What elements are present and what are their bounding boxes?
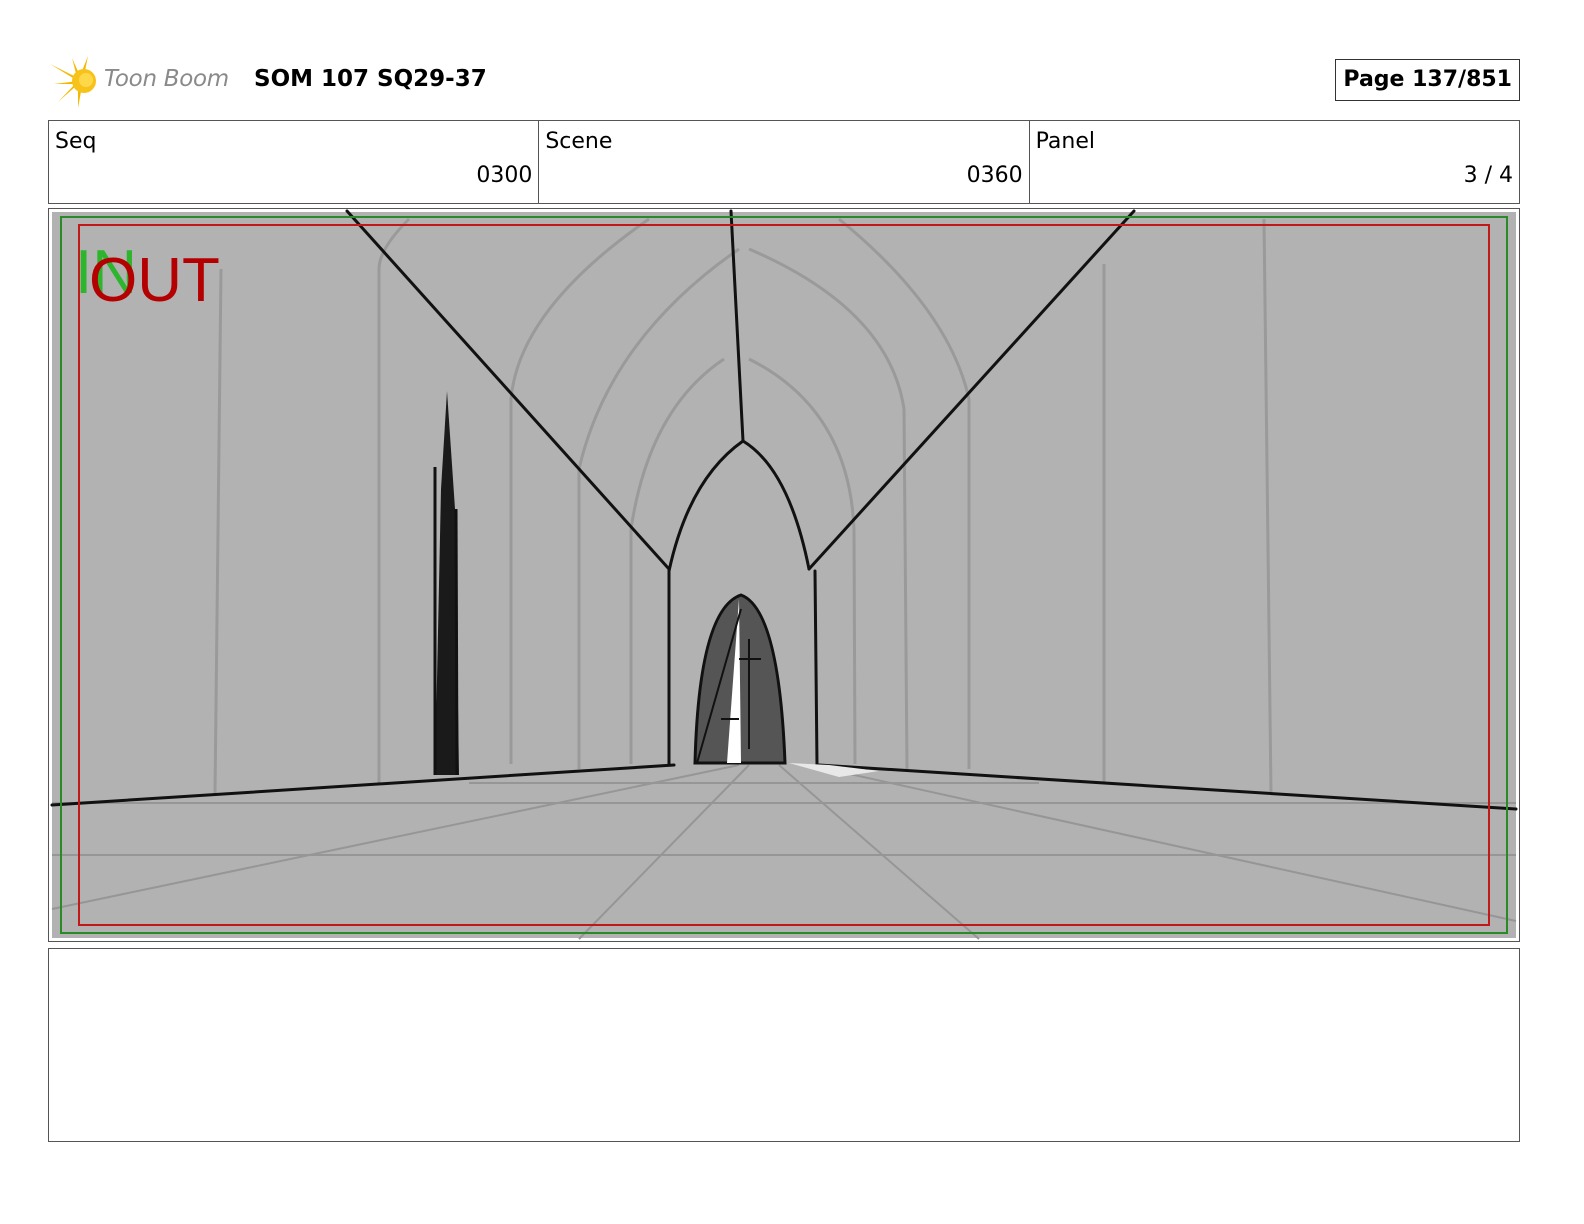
scene-label: Scene: [545, 129, 613, 154]
panel-label: Panel: [1035, 129, 1096, 154]
seq-cell: Seq 0300: [49, 121, 540, 203]
panel-notes: [48, 948, 1520, 1142]
drawing-background: [52, 212, 1516, 938]
info-table: Seq 0300 Scene 0360 Panel 3 / 4: [48, 120, 1520, 204]
scene-value: 0360: [966, 163, 1023, 188]
seq-label: Seq: [55, 129, 97, 154]
sunburst-icon: [50, 56, 96, 108]
panel-cell: Panel 3 / 4: [1030, 121, 1519, 203]
toon-boom-logo: Toon Boom: [48, 54, 248, 108]
panel-drawing: IN OUT: [50, 209, 1518, 940]
page-header: Toon Boom SOM 107 SQ29-37 Page 137/851: [48, 52, 1520, 108]
scene-cell: Scene 0360: [539, 121, 1030, 203]
storyboard-panel: IN OUT: [48, 208, 1520, 942]
panel-value: 3 / 4: [1463, 163, 1513, 188]
page-number: Page 137/851: [1335, 59, 1520, 101]
out-label: OUT: [89, 246, 220, 315]
seq-value: 0300: [476, 163, 533, 188]
logo-text: Toon Boom: [104, 66, 229, 92]
document-title: SOM 107 SQ29-37: [254, 66, 487, 92]
